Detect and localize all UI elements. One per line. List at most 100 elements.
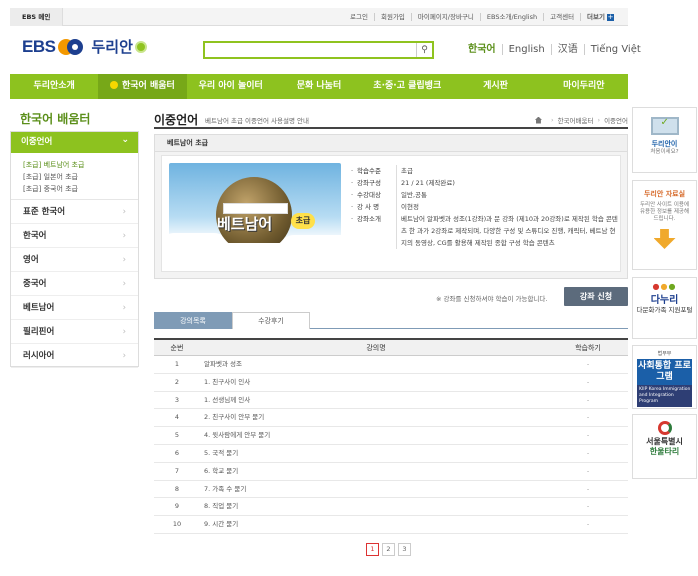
page-3[interactable]: 3 — [398, 543, 411, 556]
table-row[interactable]: 6 5. 국적 묻기 - — [154, 445, 628, 463]
language-switcher: 한국어 English 汉语 Tiếng Việt — [468, 44, 647, 55]
breadcrumb-item[interactable]: 한국어배움터 — [558, 115, 594, 125]
sidebar: 이중언어 [초급] 베트남어 초급 [초급] 일본어 초급 [초급] 중국어 초… — [10, 130, 139, 368]
sidebar-item-chinese[interactable]: 중국어 — [11, 272, 138, 296]
row-number: 4 — [174, 413, 180, 422]
sidebar-item-korean[interactable]: 한국어 — [11, 224, 138, 248]
table-row[interactable]: 8 7. 가족 수 묻기 - — [154, 481, 628, 499]
nav-korean-learning[interactable]: 한국어 배움터 — [98, 74, 187, 99]
sidebar-item-vietnamese[interactable]: 베트남어 — [11, 296, 138, 320]
sidebar-item-bilingual[interactable]: 이중언어 — [11, 130, 138, 153]
course-header: 베트남어 초급 — [155, 135, 627, 152]
ebs-about-link[interactable]: EBS소개/English — [479, 13, 543, 21]
row-lecture: 9. 시간 묻기 — [204, 520, 239, 529]
sidebar-sublist: [초급] 베트남어 초급 [초급] 일본어 초급 [초급] 중국어 초급 — [11, 153, 138, 200]
customer-center-link[interactable]: 고객센터 — [543, 13, 580, 21]
banner1-sub: 처음이세요? — [650, 149, 679, 155]
banner1-title: 두리안이 — [651, 140, 678, 148]
search-icon[interactable]: ⚲ — [416, 43, 432, 57]
banner5-line2: 한울타리 — [649, 447, 680, 456]
breadcrumb-sep: › — [550, 116, 554, 124]
table-row[interactable]: 9 8. 직업 묻기 - — [154, 498, 628, 517]
row-lecture: 8. 직업 묻기 — [204, 502, 239, 511]
sidebar-item-filipino[interactable]: 필리핀어 — [11, 320, 138, 344]
nav-my-durian[interactable]: 마이두리안 — [540, 74, 628, 99]
banner-resources[interactable]: 두리안 자료실 두리안 사이트 이용에 유용한 정보를 제공해 드립니다. — [632, 180, 697, 270]
nav-clipbank[interactable]: 초·중·고 클립뱅크 — [363, 74, 451, 99]
banner-seoul[interactable]: 서울특별시 한울타리 — [632, 414, 697, 479]
banner-danuri[interactable]: ●●● 다누리 다문화가족 지원포털 — [632, 277, 697, 339]
sidebar-subitem-chinese[interactable]: [초급] 중국어 초급 — [23, 183, 138, 195]
table-row[interactable]: 5 4. 윗사람에게 안부 묻기 - — [154, 427, 628, 445]
info-row: 강좌구성21 / 21 (제작완료) — [350, 177, 618, 189]
ebs-home-link[interactable]: EBS 메인 — [10, 8, 64, 26]
row-number: 7 — [174, 466, 180, 475]
home-icon[interactable] — [534, 116, 542, 124]
table-row[interactable]: 7 6. 학교 묻기 - — [154, 463, 628, 481]
table-row[interactable]: 1 알파벳과 성조 - — [154, 356, 628, 374]
col-lecture: 강의명 — [366, 344, 386, 352]
row-lecture: 7. 가족 수 묻기 — [204, 484, 247, 493]
apply-notice: ※ 강좌를 신청하셔야 학습이 가능합니다. — [436, 295, 548, 303]
breadcrumb-current: 이중언어 — [604, 117, 628, 125]
apply-button[interactable]: 강좌 신청 — [564, 287, 628, 306]
sidebar-item-standard-korean[interactable]: 표준 한국어 — [11, 200, 138, 224]
utility-bar: EBS 메인 로그인 회원가입 마이페이지/장바구니 EBS소개/English… — [10, 8, 628, 26]
lang-chinese[interactable]: 汉语 — [550, 44, 584, 55]
nav-culture[interactable]: 문화 나눔터 — [275, 74, 363, 99]
page-1[interactable]: 1 — [366, 543, 379, 556]
info-key: 학습수준 — [350, 165, 396, 177]
sidebar-subitem-vietnamese[interactable]: [초급] 베트남어 초급 — [23, 159, 138, 171]
row-lecture: 5. 국적 묻기 — [204, 448, 239, 457]
search-input[interactable] — [209, 43, 414, 57]
table-row[interactable]: 2 1. 친구사이 인사 - — [154, 374, 628, 392]
info-key: 수강대상 — [350, 189, 396, 201]
page-2[interactable]: 2 — [382, 543, 395, 556]
tab-lecture-list[interactable]: 강의목록 — [154, 312, 232, 329]
table-row[interactable]: 10 9. 시간 묻기 - — [154, 516, 628, 534]
lang-vietnamese[interactable]: Tiếng Việt — [583, 44, 647, 55]
nav-about[interactable]: 두리안소개 — [10, 74, 98, 99]
nav-board[interactable]: 게시판 — [451, 74, 539, 99]
banner-first-visit[interactable]: 두리안이 처음이세요? — [632, 107, 697, 173]
course-info: 학습수준초급 강좌구성21 / 21 (제작완료) 수강대상일반,공통 강 사 … — [350, 165, 618, 249]
site-logo[interactable]: EBS 두리안 — [22, 36, 147, 57]
row-study: - — [586, 395, 590, 404]
thumb-badge: 초급 — [291, 213, 315, 229]
lang-english[interactable]: English — [501, 44, 551, 55]
row-lecture: 1. 친구사이 인사 — [204, 377, 251, 386]
banner3-sub: 다문화가족 지원포털 — [636, 306, 693, 314]
breadcrumb: › 한국어배움터 › 이중언어 — [534, 115, 628, 125]
row-number: 1 — [174, 360, 180, 368]
info-value: 이현정 — [396, 201, 618, 213]
table-row[interactable]: 3 1. 선생님께 인사 - — [154, 392, 628, 410]
tab-reviews[interactable]: 수강후기 — [232, 312, 310, 329]
sidebar-item-russian[interactable]: 러시아어 — [11, 344, 138, 368]
row-lecture: 6. 학교 묻기 — [204, 466, 239, 475]
lang-korean[interactable]: 한국어 — [468, 44, 502, 55]
page-title: 이중언어 — [154, 113, 199, 127]
banner-kiip[interactable]: 법무부 사회통합 프로그램 KIIP Korea Immigration and… — [632, 345, 697, 409]
more-label: 더보기 — [587, 13, 605, 21]
login-link[interactable]: 로그인 — [344, 13, 374, 21]
download-icon — [653, 229, 676, 249]
page-description: 베트남어 초급 이중언어 사용설명 안내 — [205, 117, 309, 125]
banner4-top: 법무부 — [657, 351, 672, 357]
signup-link[interactable]: 회원가입 — [373, 13, 411, 21]
mypage-link[interactable]: 마이페이지/장바구니 — [410, 13, 480, 21]
info-key: 강좌구성 — [350, 177, 396, 189]
danuri-logo: 다누리 — [650, 295, 679, 306]
row-study: - — [586, 484, 590, 493]
nav-kids-playground[interactable]: 우리 아이 놀이터 — [187, 74, 275, 99]
banner2-title: 두리안 자료실 — [643, 190, 686, 198]
row-number: 10 — [172, 520, 182, 529]
sidebar-subitem-japanese[interactable]: [초급] 일본어 초급 — [23, 171, 138, 183]
banner4-main: 사회통합 프로그램 — [637, 359, 692, 385]
more-link[interactable]: 더보기 + — [580, 13, 620, 21]
sidebar-item-english[interactable]: 영어 — [11, 248, 138, 272]
table-row[interactable]: 4 2. 친구사이 안부 묻기 - — [154, 409, 628, 428]
table-header: 순번 강의명 학습하기 — [154, 340, 628, 356]
row-number: 3 — [174, 395, 180, 404]
logo-ebs: EBS — [22, 36, 56, 56]
row-study: - — [586, 466, 590, 475]
